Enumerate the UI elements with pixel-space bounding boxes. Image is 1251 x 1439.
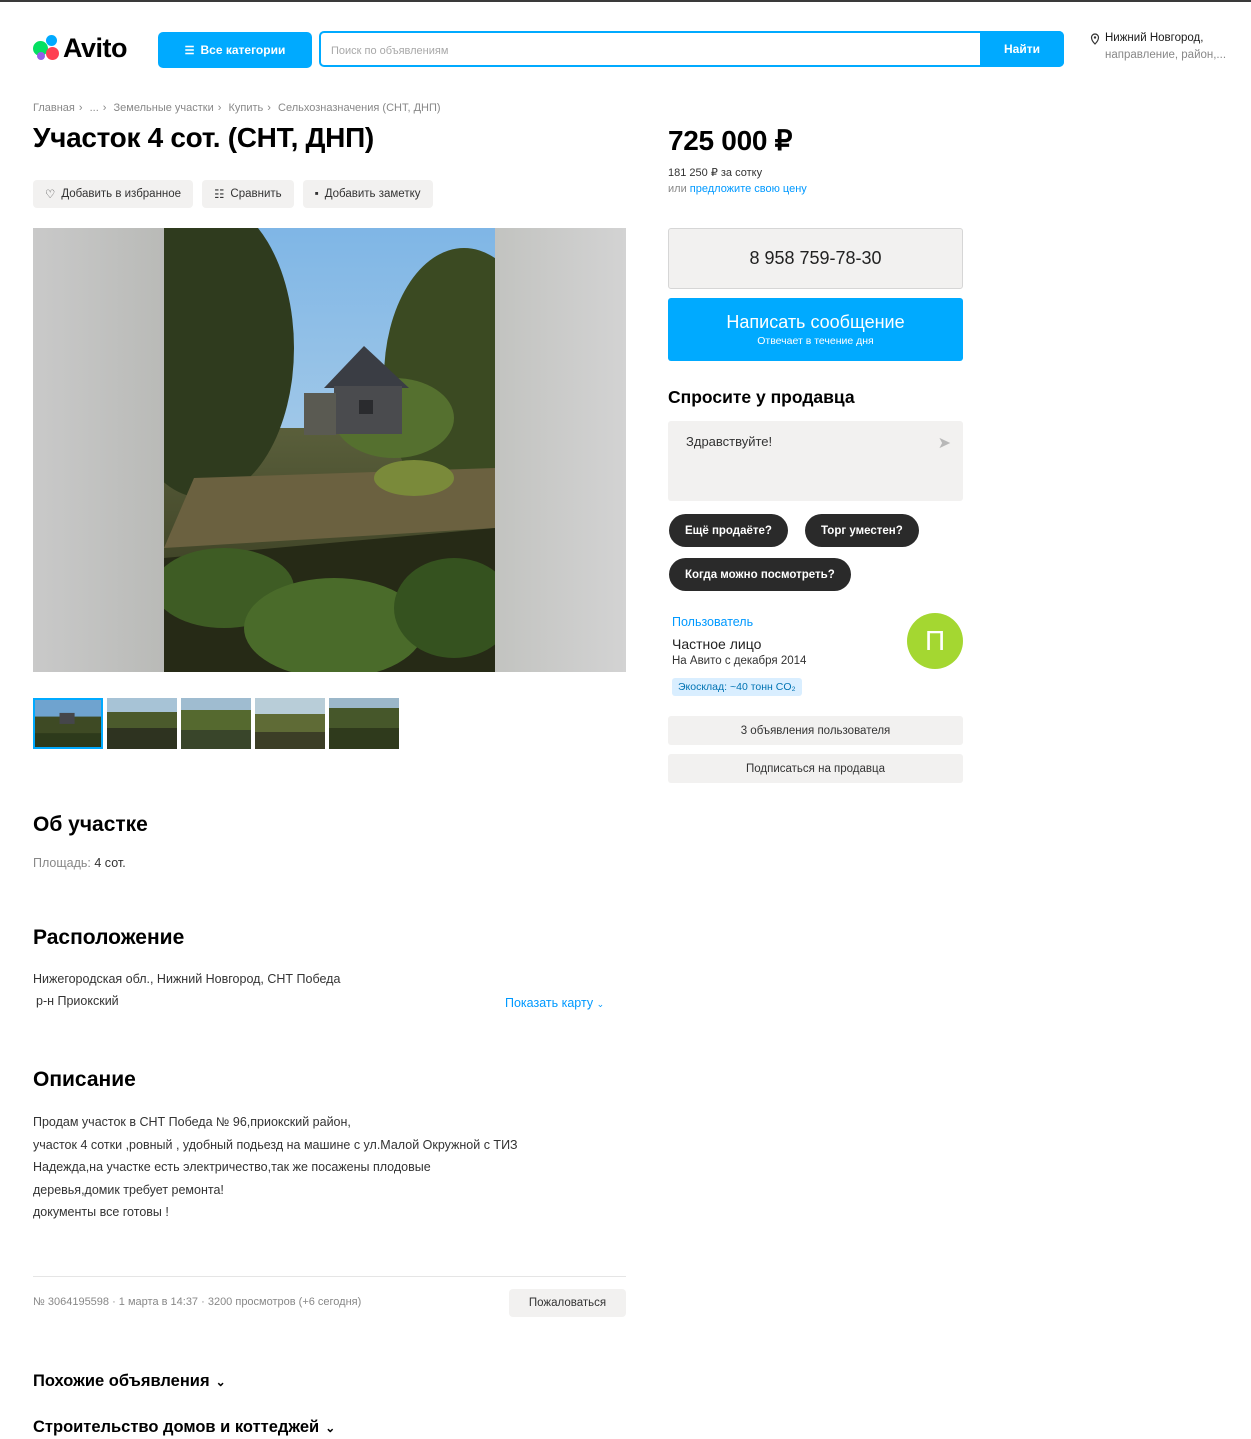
- listing-actions: ♡ Добавить в избранное ☷ Сравнить ▪ Доба…: [33, 180, 433, 208]
- chevron-down-icon: ⌄: [215, 1374, 226, 1389]
- city-subtext: направление, район,...: [1105, 49, 1227, 61]
- thumbnail[interactable]: [255, 698, 325, 749]
- note-label: Добавить заметку: [324, 188, 421, 200]
- offer-price-row: или предложите свою цену: [668, 183, 807, 195]
- ask-seller-input[interactable]: [684, 433, 928, 450]
- address: Нижегородская обл., Нижний Новгород, СНТ…: [33, 972, 341, 986]
- breadcrumb-item[interactable]: Главная: [33, 102, 75, 114]
- all-categories-label: Все категории: [200, 43, 286, 57]
- logo-mark-icon: [33, 35, 59, 61]
- offer-price-link[interactable]: предложите свою цену: [690, 183, 807, 195]
- complain-button[interactable]: Пожаловаться: [509, 1289, 626, 1317]
- avito-logo[interactable]: Avito: [33, 30, 128, 66]
- listing-meta: № 3064195598 · 1 марта в 14:37 · 3200 пр…: [33, 1296, 362, 1308]
- location-pin-icon: [1090, 32, 1100, 45]
- about-heading: Об участке: [33, 813, 148, 836]
- breadcrumb-separator: ›: [78, 102, 83, 114]
- send-icon[interactable]: ➤: [938, 433, 951, 453]
- compare-icon: ☷: [214, 189, 225, 201]
- breadcrumb-separator: ›: [102, 102, 107, 114]
- location-heading: Расположение: [33, 926, 185, 949]
- area-label: Площадь:: [33, 856, 91, 870]
- description-line: деревья,домик требует ремонта!: [33, 1182, 224, 1197]
- thumbnail-strip: [33, 698, 399, 749]
- ask-seller-box: ➤: [668, 421, 963, 501]
- breadcrumb-item[interactable]: Сельхозназначения (СНТ, ДНП): [278, 102, 441, 114]
- thumbnail[interactable]: [329, 698, 399, 749]
- show-map-link[interactable]: Показать карту ⌄: [505, 996, 604, 1010]
- similar-listings-toggle[interactable]: Похожие объявления ⌄: [33, 1372, 226, 1391]
- seller-since: На Авито с декабря 2014: [672, 655, 807, 667]
- heart-icon: ♡: [45, 189, 56, 201]
- district: р-н Приокский: [36, 994, 119, 1008]
- logo-text: Avito: [63, 32, 128, 63]
- breadcrumb-item[interactable]: Купить: [228, 102, 263, 114]
- photo-gallery[interactable]: [33, 228, 626, 672]
- top-border: [0, 0, 1251, 2]
- write-message-button[interactable]: Написать сообщение Отвечает в течение дн…: [668, 298, 963, 361]
- breadcrumb-separator: ›: [267, 102, 271, 114]
- chevron-down-icon: ⌄: [325, 1420, 336, 1435]
- seller-name-link[interactable]: Пользователь: [672, 615, 753, 629]
- search-bar: Найти: [319, 31, 1064, 67]
- breadcrumb-item[interactable]: ...: [90, 102, 99, 114]
- compare-label: Сравнить: [230, 188, 282, 200]
- search-input[interactable]: [329, 40, 973, 62]
- location-selector[interactable]: Нижний Новгород, направление, район,...: [1089, 30, 1226, 64]
- menu-search-icon: ☰: [184, 44, 195, 57]
- offer-prefix: или: [668, 183, 687, 195]
- add-note-button[interactable]: ▪ Добавить заметку: [302, 180, 433, 208]
- favorites-label: Добавить в избранное: [61, 188, 182, 200]
- page-title: Участок 4 сот. (СНТ, ДНП): [33, 122, 374, 153]
- similar-listings-label: Похожие объявления: [33, 1372, 210, 1390]
- response-time: Отвечает в течение дня: [757, 335, 874, 347]
- area-param: Площадь: 4 сот.: [33, 852, 126, 874]
- thumbnail[interactable]: [181, 698, 251, 749]
- description-line: участок 4 сотки ,ровный , удобный подьез…: [33, 1137, 518, 1152]
- divider: [33, 1276, 626, 1277]
- search-button[interactable]: Найти: [980, 31, 1064, 67]
- description-line: Надежда,на участке есть электричество,та…: [33, 1160, 431, 1174]
- note-icon: ▪: [314, 188, 319, 200]
- show-map-label: Показать карту: [505, 996, 594, 1010]
- thumbnail[interactable]: [33, 698, 103, 749]
- quick-question-chip[interactable]: Ещё продаёте?: [669, 514, 788, 547]
- avatar[interactable]: П: [907, 613, 963, 669]
- seller-type: Частное лицо: [672, 636, 762, 652]
- add-to-favorites-button[interactable]: ♡ Добавить в избранное: [33, 180, 194, 208]
- eco-badge[interactable]: Экосклад: ~40 тонн CO₂: [672, 678, 802, 696]
- area-value: 4 сот.: [94, 856, 126, 870]
- seller-listings-button[interactable]: 3 объявления пользователя: [668, 716, 963, 745]
- price: 725 000 ₽: [668, 125, 793, 156]
- construction-label: Строительство домов и коттеджей: [33, 1418, 320, 1436]
- gallery-blur-left: [33, 228, 164, 672]
- city-name: Нижний Новгород,: [1105, 32, 1204, 44]
- ask-seller-heading: Спросите у продавца: [668, 387, 855, 407]
- description-line: документы все готовы !: [33, 1205, 169, 1219]
- price-per-unit: 181 250 ₽ за сотку: [668, 167, 763, 179]
- chevron-down-icon: ⌄: [596, 999, 605, 1009]
- subscribe-seller-button[interactable]: Подписаться на продавца: [668, 754, 963, 783]
- main-photo[interactable]: [164, 228, 495, 672]
- breadcrumb: Главная › ... › Земельные участки › Купить ›…: [33, 102, 445, 114]
- breadcrumb-separator: ›: [217, 102, 222, 114]
- quick-question-chip[interactable]: Когда можно посмотреть?: [669, 558, 851, 591]
- description-heading: Описание: [33, 1068, 136, 1091]
- all-categories-button[interactable]: ☰ Все категории: [158, 32, 312, 68]
- description-text: Продам участок в СНТ Победа № 96,приокск…: [33, 1111, 518, 1224]
- show-phone-button[interactable]: 8 958 759-78-30: [668, 228, 963, 289]
- breadcrumb-item[interactable]: Земельные участки: [114, 102, 214, 114]
- gallery-blur-right: [495, 228, 626, 672]
- quick-question-chip[interactable]: Торг уместен?: [805, 514, 919, 547]
- construction-toggle[interactable]: Строительство домов и коттеджей ⌄: [33, 1418, 335, 1437]
- compare-button[interactable]: ☷ Сравнить: [202, 180, 294, 208]
- description-line: Продам участок в СНТ Победа № 96,приокск…: [33, 1115, 351, 1129]
- write-message-label: Написать сообщение: [726, 312, 905, 332]
- thumbnail[interactable]: [107, 698, 177, 749]
